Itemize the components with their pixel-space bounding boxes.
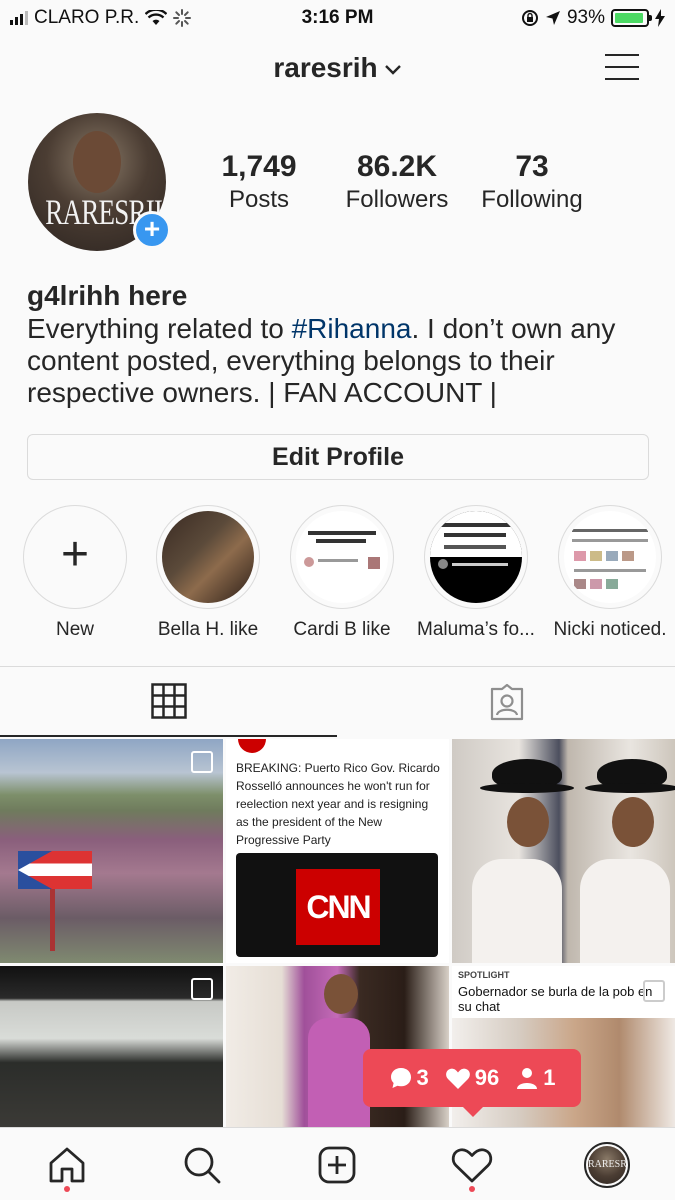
tagged-icon: [490, 683, 523, 721]
multiple-posts-icon: [191, 978, 213, 1000]
stat-following[interactable]: 73 Following: [470, 150, 594, 216]
battery-percent: 93%: [566, 7, 605, 28]
post-thumbnail[interactable]: [0, 739, 223, 963]
menu-button[interactable]: [605, 50, 639, 84]
highlight-thumbnail: [162, 511, 254, 603]
account-switcher[interactable]: raresrih: [0, 52, 675, 84]
highlight-thumbnail: [296, 511, 388, 603]
post-thumbnail[interactable]: BREAKING: Puerto Rico Gov. Ricardo Rosse…: [226, 739, 449, 963]
post-thumbnail[interactable]: [0, 966, 223, 1127]
highlight-item[interactable]: Bella H. like: [138, 505, 278, 641]
highlight-item[interactable]: Maluma’s fo...: [406, 505, 546, 641]
status-bar: CLARO P.R. 3:16 PM 93%: [0, 0, 675, 36]
highlight-thumbnail: [564, 511, 656, 603]
stat-posts[interactable]: 1,749 Posts: [200, 150, 318, 216]
search-icon: [184, 1147, 221, 1184]
nav-home[interactable]: [42, 1140, 92, 1190]
add-story-icon[interactable]: +: [133, 211, 171, 249]
heart-filled-icon: [445, 1068, 470, 1089]
edit-profile-button[interactable]: Edit Profile: [27, 434, 649, 480]
follows-count: 1: [515, 1065, 555, 1091]
chevron-down-icon: [384, 64, 401, 75]
activity-notification[interactable]: 3 96 1: [363, 1049, 581, 1117]
nav-profile[interactable]: RARESRIH: [582, 1140, 632, 1190]
grid-icon: [150, 683, 187, 719]
add-post-icon: [318, 1146, 356, 1184]
hashtag-link[interactable]: #Rihanna: [292, 313, 412, 344]
spotlight-headline: Gobernador se burla de la pob en su chat: [458, 984, 653, 1014]
activity-notification-dot: [469, 1186, 475, 1192]
location-icon: [545, 11, 560, 25]
likes-count: 96: [445, 1065, 499, 1091]
heart-icon: [451, 1148, 493, 1183]
post-thumbnail[interactable]: [452, 739, 675, 963]
nav-search[interactable]: [177, 1140, 227, 1190]
person-icon: [517, 1068, 538, 1089]
comments-count: 3: [389, 1065, 429, 1091]
stat-followers[interactable]: 86.2K Followers: [326, 150, 468, 216]
home-icon: [49, 1147, 85, 1183]
highlight-thumbnail: [430, 511, 522, 603]
highlight-item[interactable]: Nicki noticed.: [540, 505, 675, 641]
spotlight-tag: SPOTLIGHT: [458, 970, 510, 980]
display-name: g4lrihh here: [27, 280, 188, 311]
charging-icon: [655, 9, 665, 27]
add-highlight-icon: +: [23, 505, 127, 609]
home-notification-dot: [64, 1186, 70, 1192]
nav-activity[interactable]: [447, 1140, 497, 1190]
bio-text: Everything related to #Rihanna. I don’t …: [27, 313, 616, 408]
multiple-posts-icon: [643, 980, 665, 1002]
rotation-lock-icon: [521, 10, 538, 26]
profile-tabs: [0, 667, 675, 737]
highlight-item[interactable]: Cardi B like: [272, 505, 412, 641]
story-highlights: + New Bella H. like Cardi B like Maluma’…: [0, 505, 675, 645]
multiple-posts-icon: [191, 751, 213, 773]
profile-stats: 1,749 Posts 86.2K Followers 73 Following: [200, 150, 660, 216]
cnn-logo: CNN: [296, 869, 380, 945]
tab-grid[interactable]: [0, 667, 337, 737]
profile-header: raresrih: [0, 36, 675, 104]
username-title: raresrih: [273, 52, 378, 83]
battery-icon: [611, 9, 652, 27]
tab-tagged[interactable]: [338, 667, 675, 737]
highlight-new[interactable]: + New: [5, 505, 145, 641]
news-text: BREAKING: Puerto Rico Gov. Ricardo Rosse…: [236, 761, 440, 847]
bottom-tab-bar: RARESRIH: [0, 1127, 675, 1200]
profile-bio: g4lrihh here Everything related to #Riha…: [27, 280, 657, 409]
profile-tab-avatar: RARESRIH: [584, 1142, 630, 1188]
nav-new-post[interactable]: [312, 1140, 362, 1190]
comment-icon: [390, 1068, 411, 1088]
